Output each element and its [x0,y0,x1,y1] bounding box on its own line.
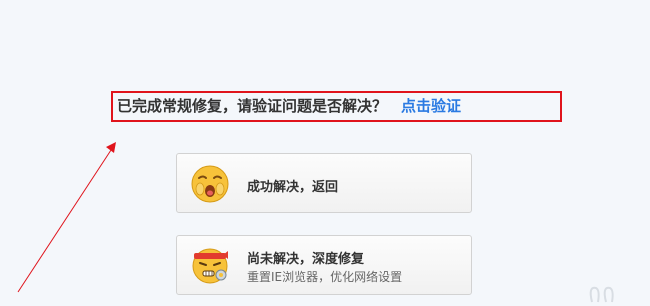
prompt-text: 已完成常规修复，请验证问题是否解决？ [117,97,388,115]
option-title: 成功解决，返回 [247,180,339,195]
watermark-logo [589,286,614,303]
deep-repair-button[interactable]: 尚未解决，深度修复 重置IE浏览器，优化网络设置 [176,235,472,295]
happy-face-icon [191,165,229,203]
option-title: 尚未解决，深度修复 [247,252,365,267]
option-subtitle: 重置IE浏览器，优化网络设置 [247,270,403,284]
verification-prompt: 已完成常规修复，请验证问题是否解决？ 点击验证 [117,96,461,116]
verify-link[interactable]: 点击验证 [401,97,461,115]
resolved-return-button[interactable]: 成功解决，返回 [176,153,472,213]
wrench-face-icon [192,248,228,284]
